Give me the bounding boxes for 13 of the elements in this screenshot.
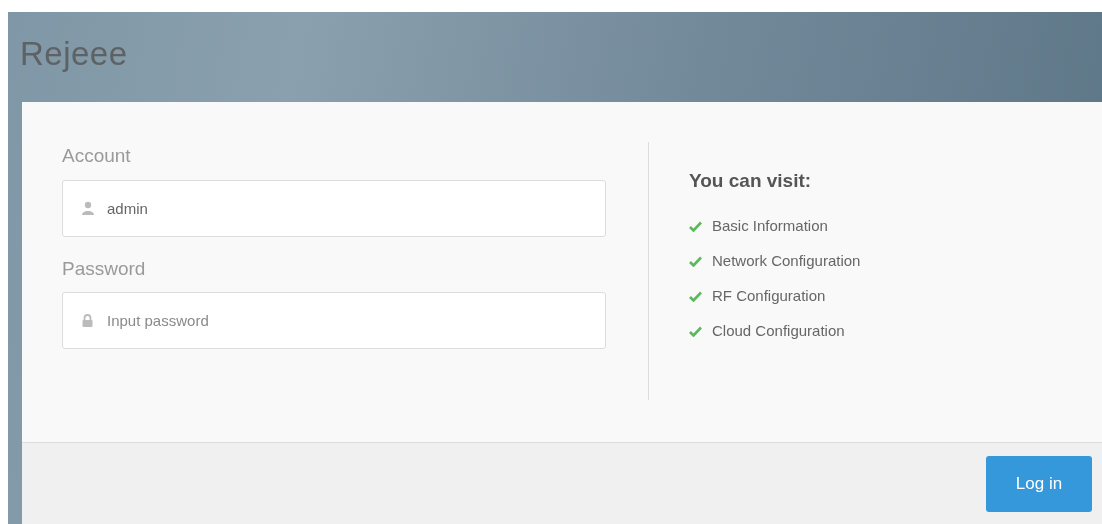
- input-field[interactable]: Input password: [62, 292, 606, 349]
- visit-item: Basic Information: [712, 216, 828, 237]
- login-button[interactable]: Log in: [986, 455, 1092, 512]
- visit-item: RF Configuration: [712, 286, 826, 307]
- user-icon: [82, 201, 94, 215]
- input-field[interactable]: admin: [62, 179, 606, 237]
- app-title: Rejeee: [20, 34, 128, 75]
- visit-item: Network Configuration: [712, 251, 861, 272]
- lock-icon: [82, 314, 93, 327]
- field-label: Account: [62, 144, 132, 168]
- field-label: Password: [62, 256, 147, 281]
- visit-heading: You can visit:: [689, 169, 813, 193]
- visit-item: Cloud Configuration: [712, 321, 845, 342]
